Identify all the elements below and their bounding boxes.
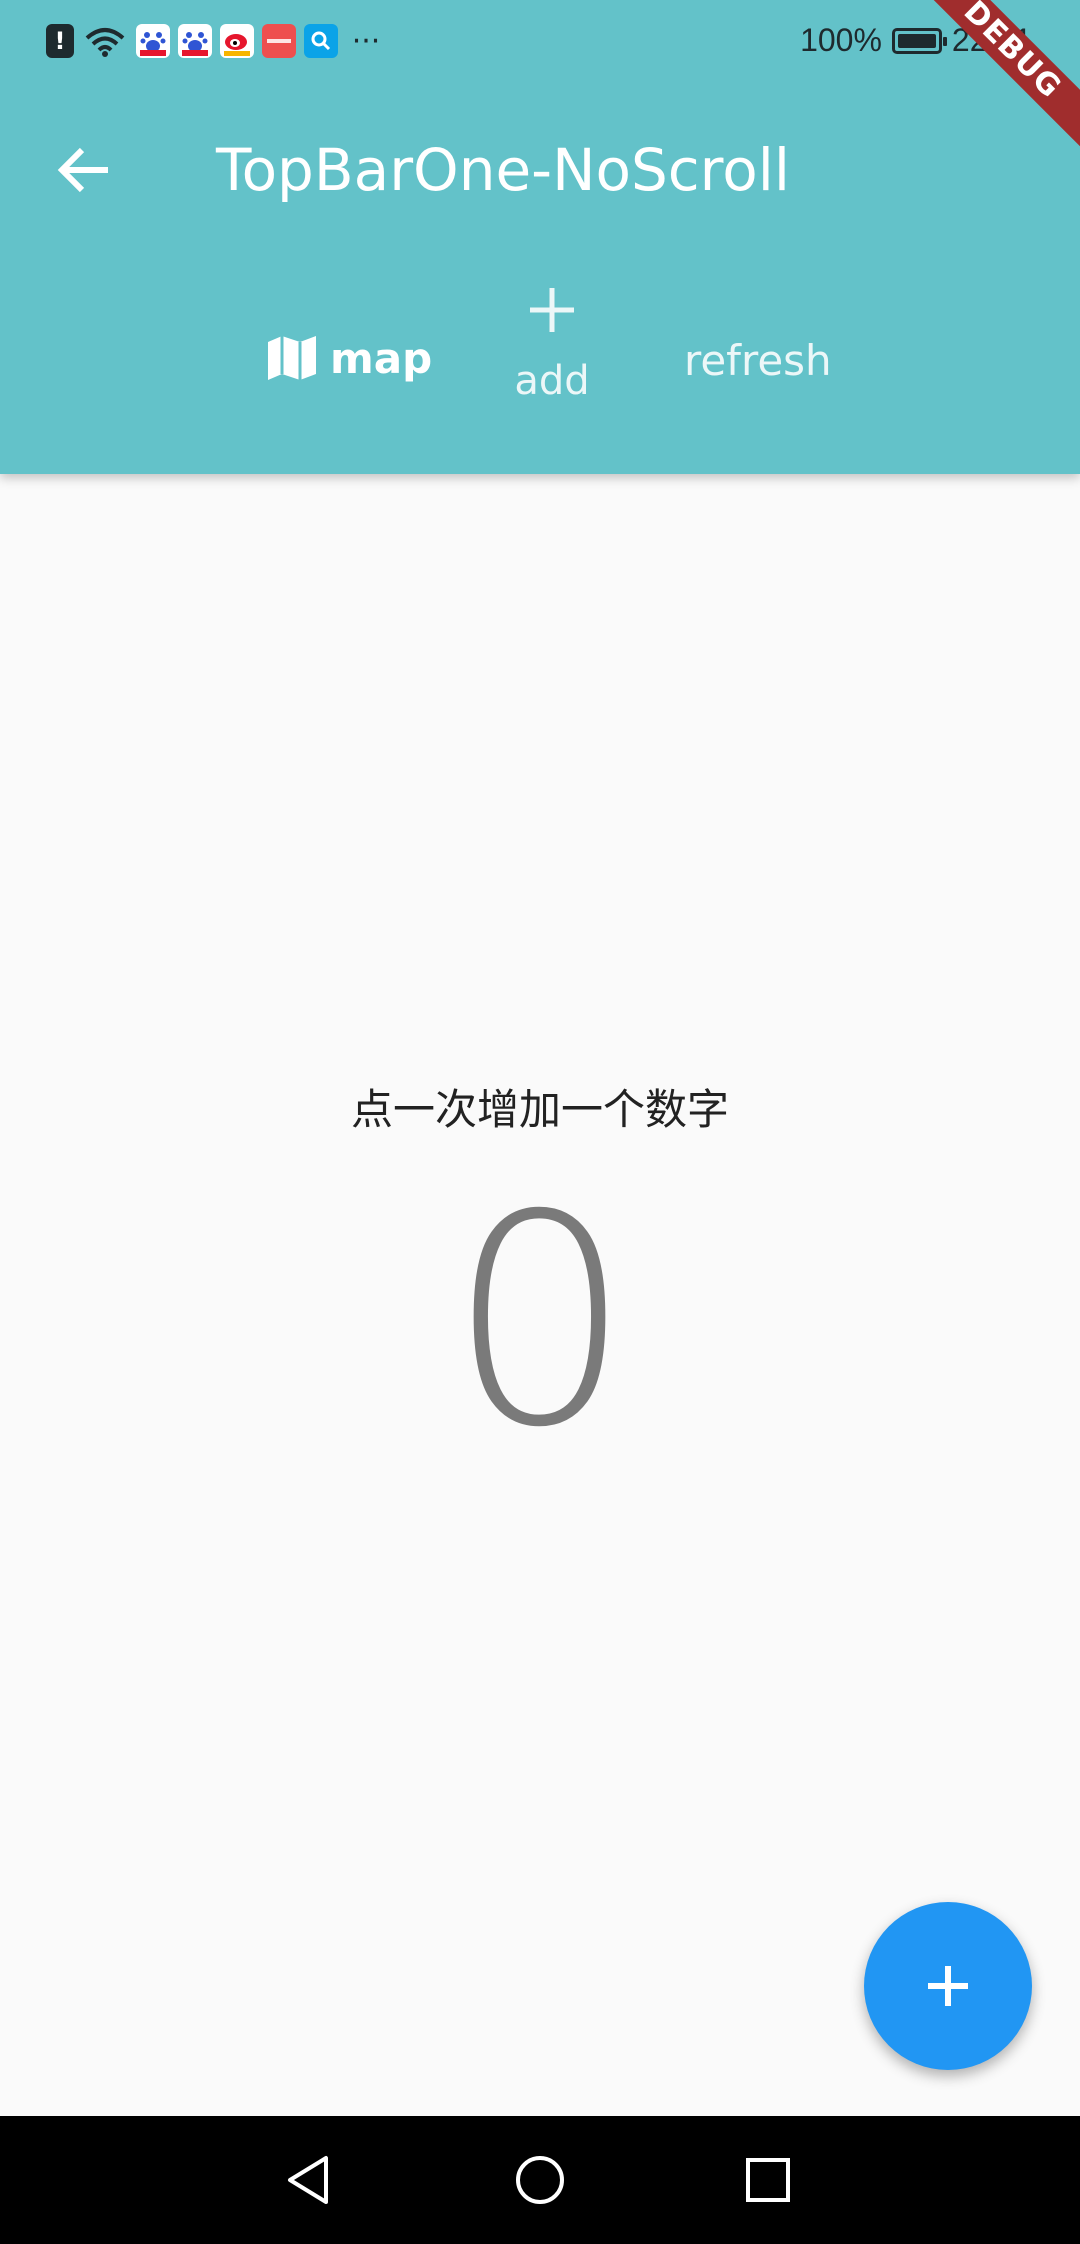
more-notifications-icon: ··· (351, 23, 381, 59)
instruction-text: 点一次增加一个数字 (350, 1085, 729, 1134)
add-label: add (514, 358, 590, 404)
nav-home-button[interactable] (496, 2136, 584, 2224)
baidu-icon (178, 24, 212, 58)
baidu-icon (136, 24, 170, 58)
map-icon (268, 336, 316, 380)
wifi-icon (82, 24, 128, 58)
app-bar: ! ··· 100% TopBarOne-NoScroll map add re… (0, 0, 1080, 474)
battery-fill (897, 33, 936, 48)
status-bar: ! ··· 100% (0, 0, 1080, 84)
alert-icon: ! (46, 24, 74, 58)
refresh-action-button[interactable]: refresh (684, 336, 832, 385)
back-icon (288, 2156, 328, 2204)
battery-icon (891, 27, 947, 54)
notification-icons: ! ··· (46, 23, 386, 59)
increment-fab[interactable] (864, 1902, 1032, 2070)
recents-icon (746, 2158, 790, 2202)
map-action-button[interactable]: map (264, 330, 432, 386)
add-action-button[interactable]: add (500, 286, 604, 404)
back-button[interactable] (44, 130, 124, 210)
home-icon (516, 2156, 564, 2204)
map-label: map (330, 333, 433, 383)
nav-recents-button[interactable] (724, 2136, 812, 2224)
weibo-icon (220, 24, 254, 58)
plus-icon (530, 288, 574, 332)
huawei-icon (262, 24, 296, 58)
counter-value: 0 (447, 1154, 633, 1491)
app-screen: { "status_bar": { "battery_percent": "10… (0, 0, 1080, 2244)
battery-percent: 100% (800, 22, 882, 58)
system-nav-bar (0, 2116, 1080, 2244)
arrow-back-icon (57, 147, 108, 193)
plus-icon (928, 1966, 968, 2006)
page-title: TopBarOne-NoScroll (216, 136, 790, 204)
nav-back-button[interactable] (266, 2136, 354, 2224)
search-app-icon (304, 24, 338, 58)
refresh-label: refresh (684, 336, 832, 385)
